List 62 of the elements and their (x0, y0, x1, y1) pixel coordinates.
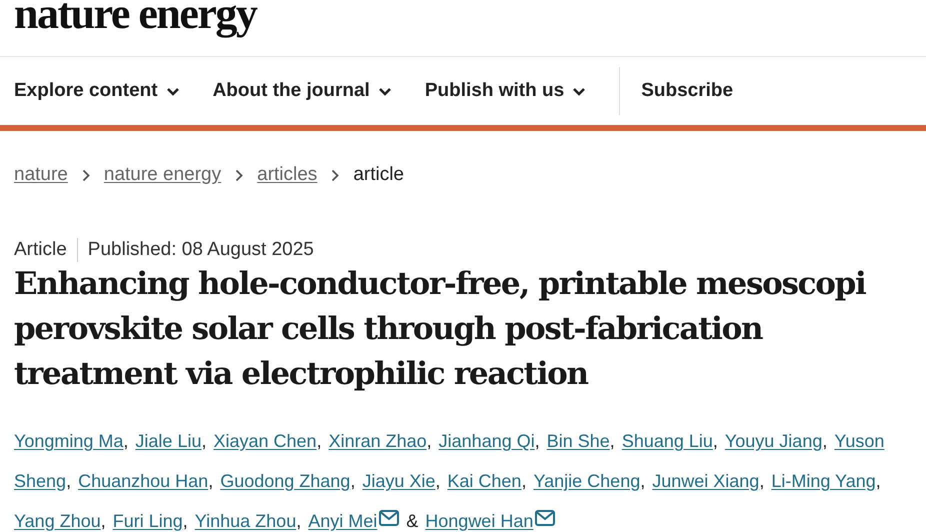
chevron-down-icon (378, 86, 392, 96)
separator: , (426, 430, 432, 453)
separator: , (712, 430, 718, 453)
envelope-icon[interactable] (379, 510, 400, 526)
separator: , (534, 430, 540, 453)
nav-menu-item[interactable]: Publish with us (424, 76, 586, 106)
separator: , (100, 510, 106, 532)
author-link[interactable]: Yang Zhou (14, 508, 101, 532)
author-link[interactable]: Shuang Liu (622, 428, 713, 455)
separator: , (521, 470, 526, 493)
author-link[interactable]: Kai Chen (447, 468, 522, 495)
chevron-right-icon (82, 168, 90, 182)
breadcrumb-link[interactable]: nature energy (104, 161, 222, 190)
author-link[interactable]: Guodong Zhang (220, 468, 350, 495)
author-link[interactable]: Hongwei Han (425, 508, 534, 532)
author-link[interactable]: Bin She (546, 428, 610, 455)
author-link[interactable]: Yanjie Cheng (533, 468, 640, 495)
envelope-icon[interactable] (535, 510, 556, 526)
author-link[interactable]: Youyu Jiang (724, 428, 822, 455)
separator: , (610, 430, 615, 453)
separator: , (296, 510, 302, 532)
breadcrumb-link[interactable]: nature (14, 161, 68, 190)
author-link[interactable]: Jianhang Qi (438, 428, 535, 455)
author-link[interactable]: Sheng (14, 468, 66, 495)
author-link[interactable]: Jiayu Xie (362, 468, 436, 495)
author-link[interactable]: Xinran Zhao (328, 428, 427, 455)
separator: & (406, 510, 418, 532)
chevron-down-icon (166, 86, 180, 96)
nav-menu-item[interactable]: Explore content (14, 76, 180, 106)
separator: , (876, 470, 881, 493)
separator: , (640, 470, 646, 493)
article-title: Enhancing hole-conductor-free, printable mesoscopi perovskite solar cells through post-fabrication treatment via electrophilic reaction (13, 265, 867, 394)
separator: , (201, 430, 206, 453)
separator: , (350, 470, 356, 493)
author-link[interactable]: Jiale Liu (135, 428, 202, 455)
separator: , (316, 430, 322, 453)
chevron-right-icon (235, 168, 244, 182)
separator: , (123, 430, 128, 453)
separator: , (759, 470, 764, 493)
author-link[interactable]: Xiayan Chen (213, 428, 317, 455)
author-link[interactable]: Li-Ming Yang (771, 468, 876, 495)
author-link[interactable]: Anyi Mei (308, 508, 378, 532)
breadcrumb-current: article (353, 163, 404, 187)
chevron-down-icon (572, 86, 586, 96)
author-link[interactable]: Yuson (834, 428, 884, 455)
separator: , (66, 470, 72, 493)
nav-menu-item[interactable]: Subscribe (641, 76, 734, 106)
article-type: Article (14, 238, 67, 262)
separator: , (208, 470, 214, 493)
journal-logo[interactable]: nature energy (14, 0, 256, 38)
chevron-right-icon (331, 168, 340, 182)
breadcrumb-link[interactable]: articles (257, 161, 318, 190)
author-link[interactable]: Junwei Xiang (652, 468, 760, 495)
author-link[interactable]: Yongming Ma (14, 428, 124, 455)
nav-menu-item[interactable]: About the journal (212, 76, 392, 106)
author-link[interactable]: Yinhua Zhou (194, 508, 296, 532)
separator: , (435, 470, 440, 493)
author-link[interactable]: Chuanzhou Han (78, 468, 208, 495)
author-link[interactable]: Furi Ling (112, 508, 183, 532)
separator: , (182, 510, 188, 532)
separator: , (822, 430, 828, 453)
publish-date: Published: 08 August 2025 (88, 238, 314, 262)
